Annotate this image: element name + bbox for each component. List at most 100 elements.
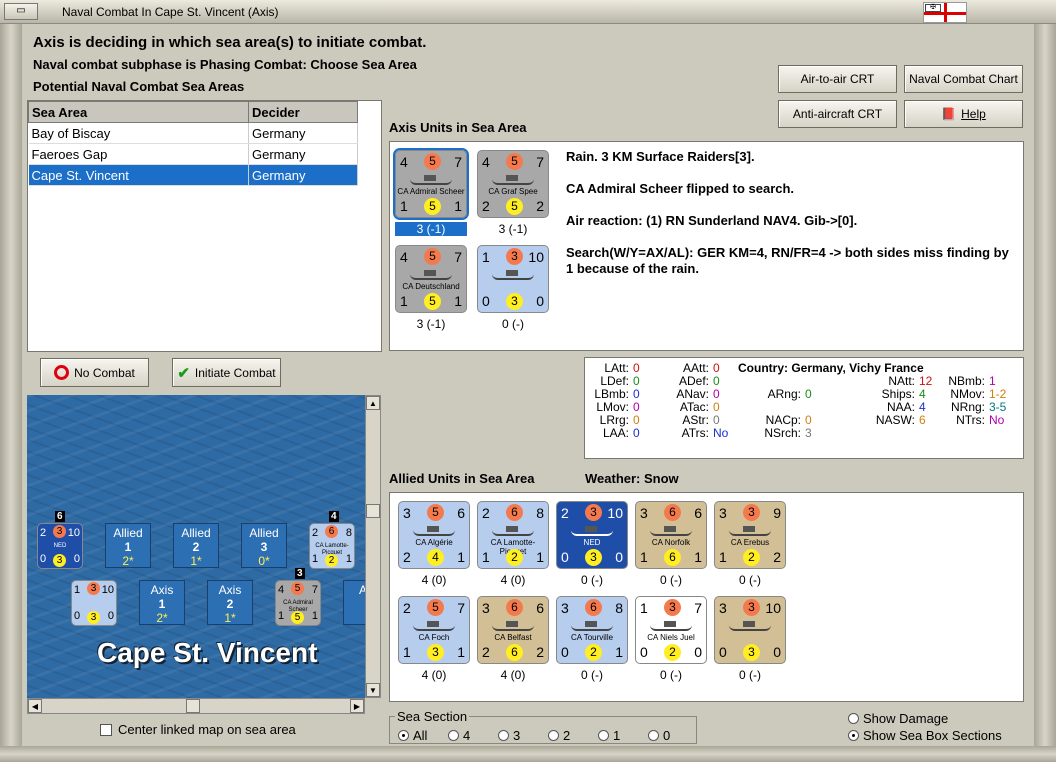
table-row[interactable]: Faeroes Gap Germany	[28, 143, 358, 165]
unit-range: 1	[694, 549, 702, 565]
naval-chart-label: Naval Combat Chart	[909, 72, 1018, 86]
show-damage-option[interactable]: Show Damage	[848, 711, 948, 726]
unit-counter[interactable]: 4 5 7 CA Graf Spee 2 5 2	[477, 150, 549, 218]
unit-counter[interactable]: 3 3 9 CA Erebus 1 2 2	[714, 501, 786, 569]
unit-counter[interactable]: 3 3 10 0 3 0	[714, 596, 786, 664]
unit-counter[interactable]: 2 6 8 CA Lamotte-Picquet 1 2 1	[477, 501, 549, 569]
axis-sea-box[interactable]: Ax	[343, 580, 365, 625]
ship-silhouette-icon	[492, 175, 534, 185]
unit-defense: 0	[561, 644, 569, 660]
sea-section-option[interactable]: All	[398, 728, 448, 743]
sea-section-radio[interactable]	[448, 730, 459, 741]
map-unit-counter[interactable]: 1 3 10 0 3 0	[71, 580, 117, 626]
help-button[interactable]: 📕 Help	[904, 100, 1023, 128]
sea-section-label: 3	[513, 728, 521, 743]
sea-section-option[interactable]: 0	[648, 728, 698, 743]
scroll-down-arrow[interactable]: ▼	[366, 683, 380, 697]
unit-aa-factor: 6	[506, 644, 523, 661]
initiate-combat-button[interactable]: ✔ Initiate Combat	[172, 358, 281, 387]
scrollbar-thumb[interactable]	[366, 504, 380, 518]
unit-range: 0	[694, 644, 702, 660]
scroll-up-arrow[interactable]: ▲	[366, 396, 380, 410]
unit-surface-factor: 6	[325, 525, 338, 538]
map-vertical-scrollbar[interactable]: ▲ ▼	[365, 395, 381, 698]
sea-area-map[interactable]: Cape St. Vincent Allied 1 2* Allied 2 1*…	[27, 395, 365, 698]
allied-sea-box[interactable]: Allied 1 2*	[105, 523, 151, 568]
sea-section-option[interactable]: 2	[548, 728, 598, 743]
unit-movement: 8	[345, 527, 352, 539]
unit-surface-factor: 5	[427, 504, 444, 521]
allied-sea-box[interactable]: Allied 2 1*	[173, 523, 219, 568]
unit-movement: 10	[67, 527, 80, 539]
axis-sea-box[interactable]: Axis 2 1*	[207, 580, 253, 625]
sea-section-radio[interactable]	[498, 730, 509, 741]
unit-aa-factor: 2	[325, 554, 338, 567]
allied-sea-box[interactable]: Allied 3 0*	[241, 523, 287, 568]
unit-attack: 2	[403, 600, 411, 616]
unit-range: 1	[345, 553, 352, 565]
no-combat-button[interactable]: No Combat	[40, 358, 149, 387]
box-value: 2*	[122, 554, 134, 568]
checkbox-box[interactable]	[100, 724, 112, 736]
sea-section-radio[interactable]	[648, 730, 659, 741]
show-sections-option[interactable]: Show Sea Box Sections	[848, 728, 1002, 743]
anti-aircraft-crt-button[interactable]: Anti-aircraft CRT	[778, 100, 897, 128]
unit-counter[interactable]: 3 6 6 CA Belfast 2 6 2	[477, 596, 549, 664]
axis-sea-box[interactable]: Axis 1 2*	[139, 580, 185, 625]
sea-section-option[interactable]: 1	[598, 728, 648, 743]
unit-aa-factor: 2	[506, 549, 523, 566]
unit-surface-factor: 5	[424, 153, 441, 170]
unit-counter[interactable]: 4 5 7 CA Admiral Scheer 1 5 1	[393, 148, 469, 220]
ship-silhouette-icon	[729, 526, 771, 536]
decider-cell: Germany	[248, 122, 358, 144]
center-map-label: Center linked map on sea area	[118, 722, 296, 737]
table-row[interactable]: Bay of Biscay Germany	[28, 122, 358, 144]
unit-defense: 1	[403, 644, 411, 660]
unit-attack: 2	[482, 505, 490, 521]
window-menu-icon[interactable]: ▭	[4, 3, 38, 20]
map-unit-counter[interactable]: 4 5 7 CA Admiral Scheer 1 5 1	[275, 580, 321, 626]
scroll-left-arrow[interactable]: ◀	[28, 699, 42, 713]
unit-attack: 3	[561, 600, 569, 616]
sea-section-radio[interactable]	[598, 730, 609, 741]
unit-strength-label: 0 (-)	[502, 317, 524, 331]
col-header-decider[interactable]: Decider	[248, 101, 358, 123]
unit-counter[interactable]: 1 3 7 CA Niels Juel 0 2 0	[635, 596, 707, 664]
box-value: 0*	[258, 554, 270, 568]
unit-counter[interactable]: 4 5 7 CA Deutschland 1 5 1	[395, 245, 467, 313]
unit-aa-factor: 3	[87, 611, 100, 624]
sea-section-radio[interactable]	[398, 730, 409, 741]
table-row-selected[interactable]: Cape St. Vincent Germany	[28, 164, 358, 186]
unit-movement: 10	[528, 249, 544, 265]
unit-range: 0	[773, 644, 781, 660]
map-horizontal-scrollbar[interactable]: ◀ ▶	[27, 698, 365, 714]
naval-combat-chart-button[interactable]: Naval Combat Chart	[904, 65, 1023, 93]
center-map-checkbox[interactable]: Center linked map on sea area	[100, 722, 296, 737]
unit-movement: 10	[607, 505, 623, 521]
sea-area-list[interactable]: Sea Area Decider Bay of Biscay Germany Fa…	[27, 100, 382, 352]
unit-name: NED	[53, 543, 67, 549]
unit-surface-factor: 5	[291, 582, 304, 595]
unit-defense: 1	[482, 549, 490, 565]
sea-section-option[interactable]: 4	[448, 728, 498, 743]
status-line-subphase: Naval combat subphase is Phasing Combat:…	[33, 57, 417, 72]
unit-counter[interactable]: 3 6 8 CA Tourville 0 2 1	[556, 596, 628, 664]
radio-show-damage[interactable]	[848, 713, 859, 724]
air-to-air-crt-button[interactable]: Air-to-air CRT	[778, 65, 897, 93]
stack-count-badge: 4	[329, 511, 339, 522]
radio-show-sections[interactable]	[848, 730, 859, 741]
unit-counter[interactable]: 3 6 6 CA Norfolk 1 6 1	[635, 501, 707, 569]
unit-counter[interactable]: 3 5 6 CA Algérie 2 4 1	[398, 501, 470, 569]
sea-section-radio[interactable]	[548, 730, 559, 741]
unit-counter[interactable]: 2 3 10 NED 0 3 0	[556, 501, 628, 569]
map-unit-counter[interactable]: 2 3 10 NED 0 3 0	[37, 523, 83, 569]
unit-name: CA Belfast	[494, 633, 532, 642]
scroll-right-arrow[interactable]: ▶	[350, 699, 364, 713]
map-unit-counter[interactable]: 2 6 8 CA Lamotte-Picquet 1 2 1	[309, 523, 355, 569]
unit-counter[interactable]: 1 3 10 0 3 0	[477, 245, 549, 313]
sea-section-option[interactable]: 3	[498, 728, 548, 743]
scrollbar-thumb[interactable]	[186, 699, 200, 713]
unit-counter[interactable]: 2 5 7 CA Foch 1 3 1	[398, 596, 470, 664]
anti-aircraft-label: Anti-aircraft CRT	[792, 107, 883, 121]
col-header-sea-area[interactable]: Sea Area	[28, 101, 249, 123]
